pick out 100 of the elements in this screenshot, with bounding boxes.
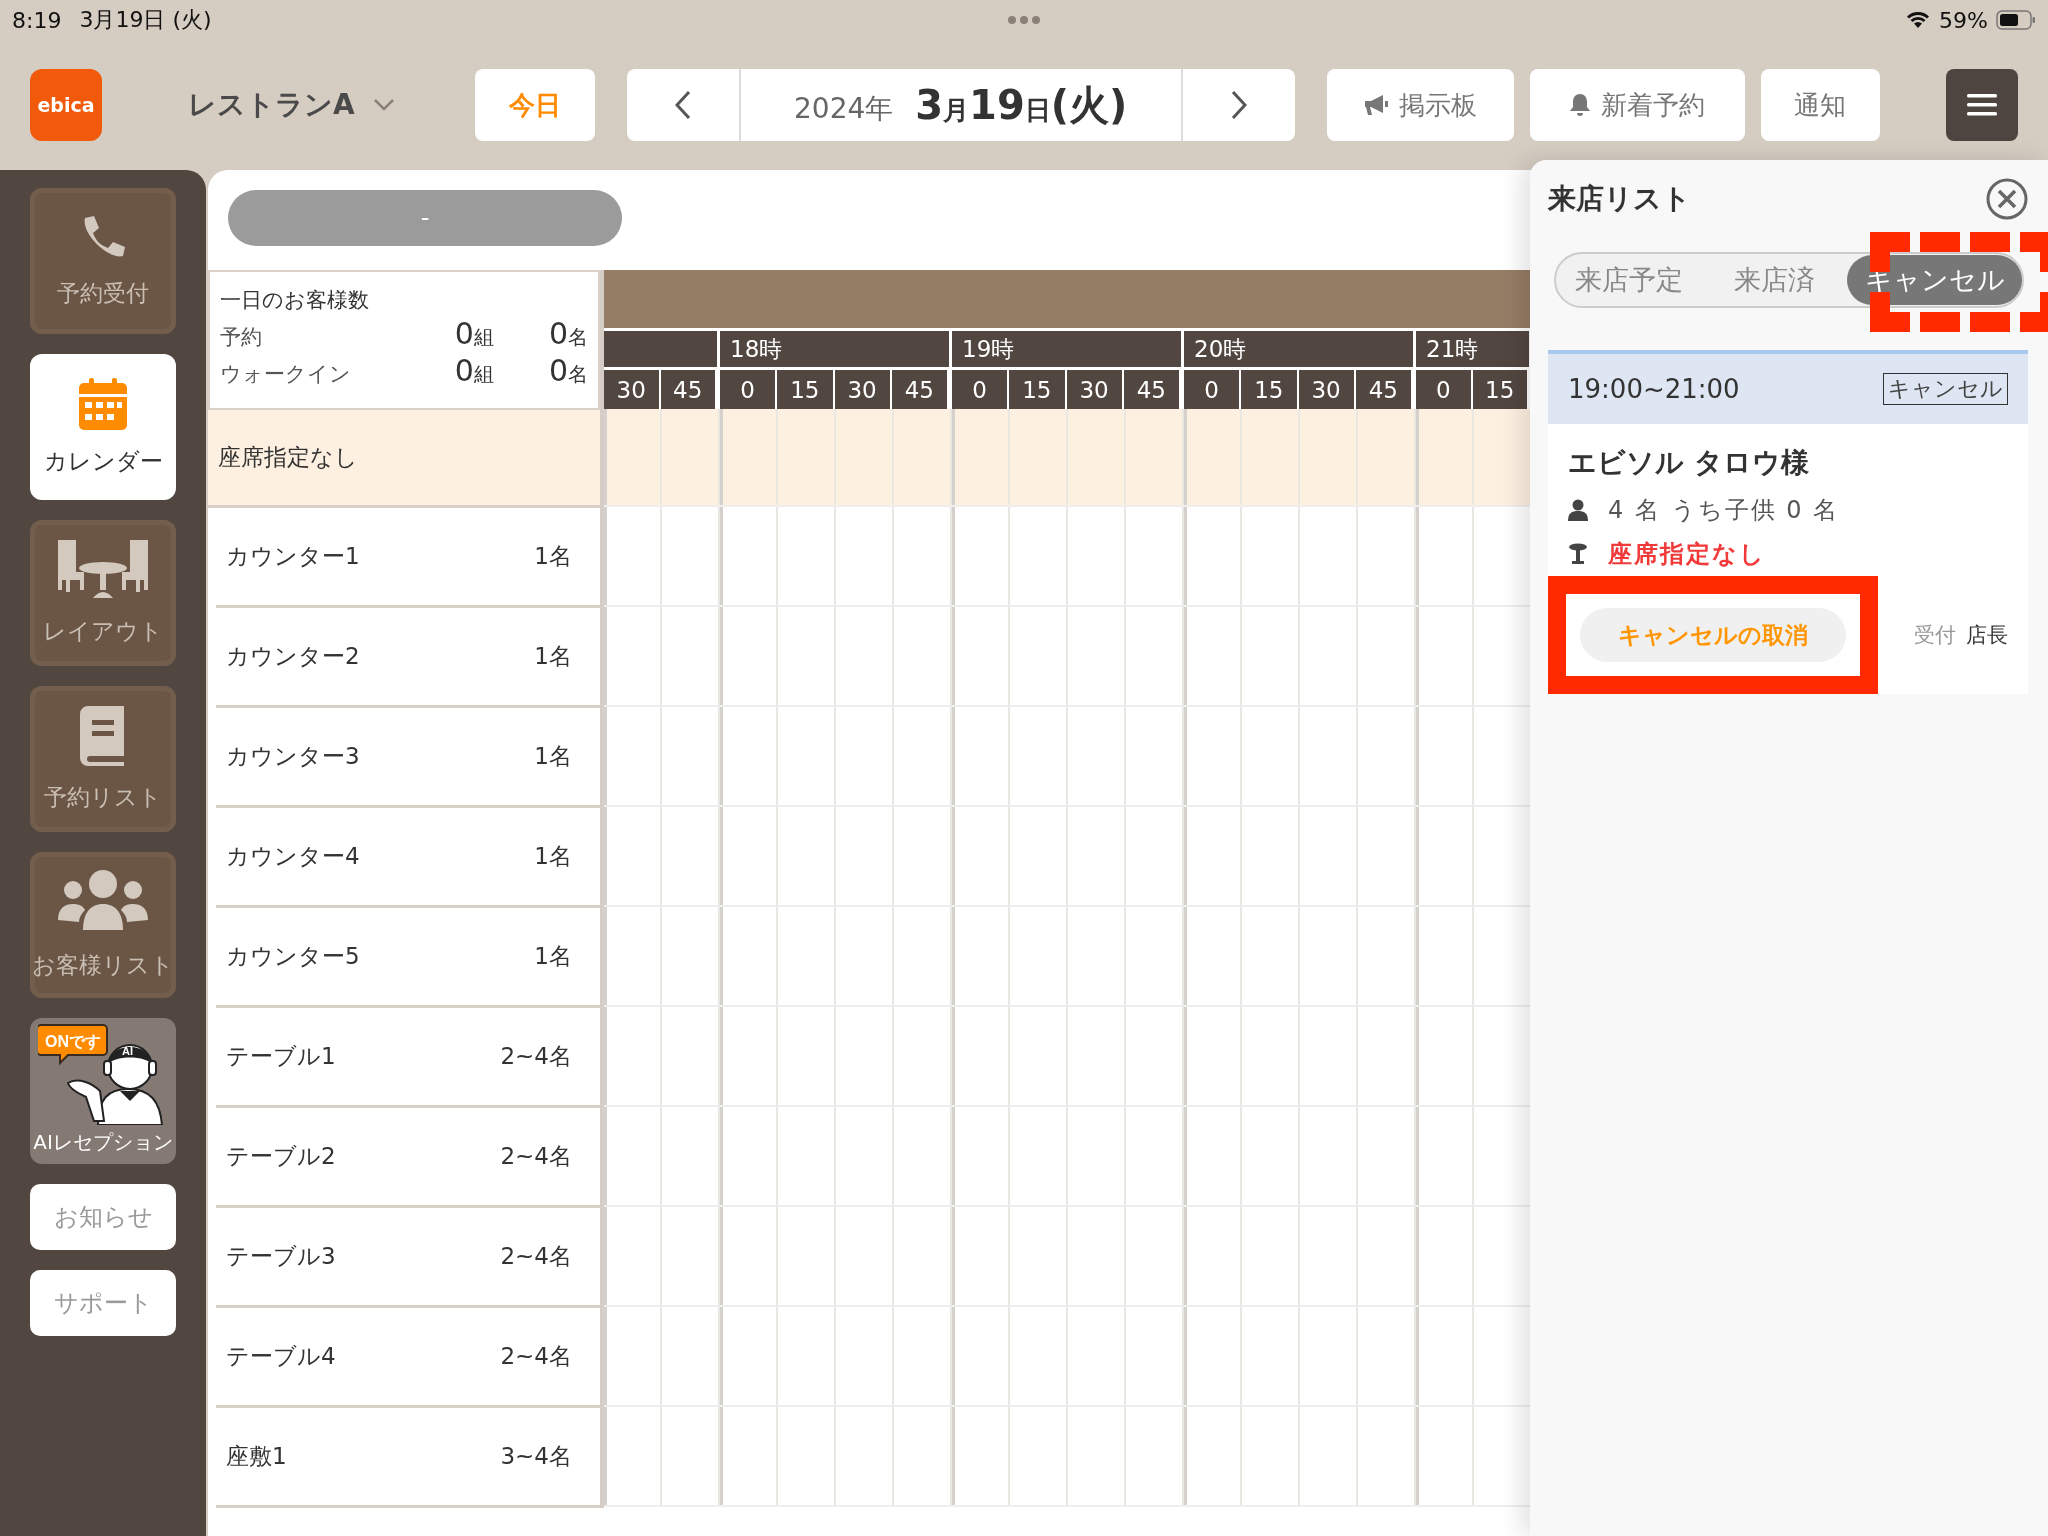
group-count: 0組 bbox=[453, 353, 494, 388]
seat-capacity: 1名 bbox=[534, 642, 572, 671]
chevron-down-icon bbox=[372, 98, 395, 112]
seat-name: カウンター1 bbox=[226, 542, 360, 571]
book-icon bbox=[80, 705, 126, 766]
guest-count: 0名 bbox=[547, 316, 588, 351]
today-button[interactable]: 今日 bbox=[474, 69, 595, 141]
reservation-card[interactable]: 19:00~21:00 キャンセル エビソル タロウ様 4 名 うち子供 0 名 座席指定なし キャンセルの取消 受付 店長 bbox=[1548, 350, 2028, 694]
megaphone-icon bbox=[1363, 94, 1390, 116]
minute-header: 45 bbox=[891, 370, 949, 409]
seat-row[interactable]: テーブル3 2~4名 bbox=[216, 1208, 600, 1308]
seat-capacity: 2~4名 bbox=[500, 1042, 572, 1071]
segment-tab[interactable]: 来店済 bbox=[1701, 255, 1848, 305]
minute-header: 0 bbox=[720, 370, 778, 409]
minute-header: 0 bbox=[1416, 370, 1473, 409]
notifications-button[interactable]: 通知 bbox=[1760, 69, 1880, 141]
sidebar-button[interactable]: サポート bbox=[30, 1270, 176, 1336]
group-count: 0組 bbox=[453, 316, 494, 351]
seat-row[interactable]: テーブル4 2~4名 bbox=[216, 1308, 600, 1408]
seat-capacity: 1名 bbox=[534, 842, 572, 871]
seat-row[interactable]: カウンター2 1名 bbox=[216, 608, 600, 708]
seat-row[interactable]: テーブル2 2~4名 bbox=[216, 1108, 600, 1208]
bulletin-board-button[interactable]: 掲示板 bbox=[1326, 69, 1514, 141]
logo[interactable]: ebica bbox=[30, 69, 102, 141]
seat-row[interactable]: カウンター1 1名 bbox=[216, 508, 600, 608]
timeline-row[interactable] bbox=[604, 1207, 1532, 1307]
minute-header: 0 bbox=[1184, 370, 1242, 409]
calendar-icon bbox=[79, 377, 127, 430]
minute-header: 45 bbox=[660, 370, 717, 409]
more-dots-icon bbox=[1007, 15, 1041, 25]
minute-header: 45 bbox=[1355, 370, 1413, 409]
seat-capacity: 1名 bbox=[534, 942, 572, 971]
sidebar-item[interactable]: 予約リスト bbox=[30, 686, 176, 832]
minute-header: 45 bbox=[1123, 370, 1181, 409]
summary-label: ウォークイン bbox=[220, 361, 352, 388]
seat-capacity: 1名 bbox=[534, 742, 572, 771]
seat-capacity: 2~4名 bbox=[500, 1142, 572, 1171]
status-tag: キャンセル bbox=[1883, 373, 2008, 405]
timeline-row[interactable] bbox=[604, 1107, 1532, 1207]
timeline-row[interactable] bbox=[604, 607, 1532, 707]
date-label: 3月 19日(火) bbox=[915, 80, 1128, 130]
minute-header: 30 bbox=[1066, 370, 1124, 409]
minute-header: 15 bbox=[1472, 370, 1529, 409]
seat-name: カウンター4 bbox=[226, 842, 360, 871]
timeline-row[interactable] bbox=[604, 1007, 1532, 1107]
close-button[interactable] bbox=[1986, 178, 2028, 220]
seat-capacity: 1名 bbox=[534, 542, 572, 571]
timeline-row[interactable] bbox=[604, 507, 1532, 607]
seat-row[interactable]: テーブル1 2~4名 bbox=[216, 1008, 600, 1108]
seat-row[interactable]: カウンター5 1名 bbox=[216, 908, 600, 1008]
sidebar-item[interactable]: お客様リスト bbox=[30, 852, 176, 998]
sidebar-item[interactable]: 予約受付 bbox=[30, 188, 176, 334]
guest-name: エビソル タロウ様 bbox=[1567, 445, 1810, 481]
seat-name: 座敷1 bbox=[226, 1442, 287, 1471]
summary-title: 一日のお客様数 bbox=[220, 287, 370, 314]
seat-capacity: 2~4名 bbox=[500, 1342, 572, 1371]
year-label: 2024年 bbox=[794, 91, 894, 127]
seat-name: カウンター5 bbox=[226, 942, 360, 971]
hour-header: 21時 bbox=[1416, 331, 1529, 367]
minute-header: 30 bbox=[604, 370, 661, 409]
bell-icon bbox=[1569, 93, 1592, 117]
battery-icon bbox=[1996, 10, 2036, 30]
menu-icon bbox=[1967, 93, 1997, 117]
ai-reception-tile[interactable]: ONです AI AIレセプション bbox=[30, 1018, 176, 1164]
new-reservations-button[interactable]: 新着予約 bbox=[1529, 69, 1745, 141]
sidebar-item[interactable]: レイアウト bbox=[30, 520, 176, 666]
seat-row[interactable]: カウンター4 1名 bbox=[216, 808, 600, 908]
wifi-icon bbox=[1905, 10, 1932, 30]
sidebar-button[interactable]: お知らせ bbox=[30, 1184, 176, 1250]
party-size: 4 名 うち子供 0 名 bbox=[1608, 495, 1840, 526]
minute-header: 15 bbox=[777, 370, 835, 409]
seat-row[interactable]: 座席指定なし bbox=[208, 410, 600, 508]
minute-header: 30 bbox=[1298, 370, 1356, 409]
hour-header: 19時 bbox=[952, 331, 1181, 367]
chevron-right-icon bbox=[1230, 90, 1247, 120]
guest-count: 0名 bbox=[547, 353, 588, 388]
minute-header: 30 bbox=[834, 370, 892, 409]
menu-button[interactable] bbox=[1946, 69, 2018, 141]
seat-row[interactable]: 座敷1 3~4名 bbox=[216, 1408, 600, 1508]
received-label: 受付 bbox=[1914, 622, 1956, 649]
timeline-row[interactable] bbox=[604, 409, 1532, 507]
seat-row[interactable]: カウンター3 1名 bbox=[216, 708, 600, 808]
filter-pill[interactable]: - bbox=[228, 190, 622, 246]
panel-title: 来店リスト bbox=[1548, 181, 1691, 217]
minute-header: 0 bbox=[952, 370, 1010, 409]
segment-tab[interactable]: 来店予定 bbox=[1556, 255, 1702, 305]
sidebar-item[interactable]: カレンダー bbox=[30, 354, 176, 500]
timeline-row[interactable] bbox=[604, 907, 1532, 1007]
seat-name: テーブル3 bbox=[226, 1242, 336, 1271]
timeline-row[interactable] bbox=[604, 807, 1532, 907]
timeline-row[interactable] bbox=[604, 1307, 1532, 1407]
timeline-row[interactable] bbox=[604, 1407, 1532, 1507]
status-time: 8:19 bbox=[12, 7, 62, 33]
timeline-row[interactable] bbox=[604, 707, 1532, 807]
store-selector[interactable]: レストランA bbox=[188, 86, 395, 124]
seat-assignment: 座席指定なし bbox=[1608, 539, 1766, 570]
seat-capacity: 3~4名 bbox=[500, 1442, 572, 1471]
status-date: 3月19日 (火) bbox=[79, 6, 212, 34]
seat-name: テーブル1 bbox=[226, 1042, 336, 1071]
battery-percent: 59% bbox=[1939, 7, 1988, 33]
